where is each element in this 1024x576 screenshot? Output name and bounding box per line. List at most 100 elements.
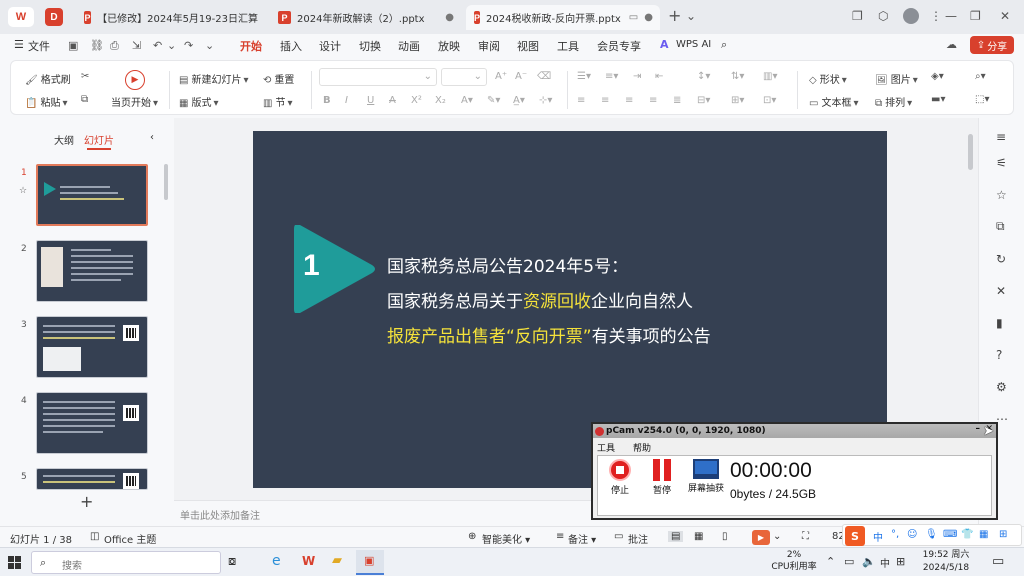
play-slideshow-button[interactable]: ▶ [752, 530, 770, 545]
notification-icon[interactable]: ▭ [992, 554, 1004, 569]
ime-mode-icon[interactable]: 中 [873, 529, 883, 544]
picture-button[interactable]: 🖼 图片 ▾ [875, 71, 921, 86]
bandicam-menu-tools[interactable]: 工具 [597, 441, 615, 454]
menu-design[interactable]: 设计 [319, 38, 341, 54]
adjust-icon[interactable]: ⚟ [996, 156, 1007, 170]
edge-app-icon[interactable]: e [272, 553, 281, 569]
search-icon[interactable]: ⌕ [721, 38, 727, 52]
tab-slides[interactable]: 幻灯片 [84, 132, 114, 150]
notes-button[interactable]: 备注 ▾ [568, 531, 596, 546]
wps-app-icon[interactable]: W [302, 554, 315, 568]
paste-button[interactable]: 📋 粘贴 ▾ [25, 94, 70, 109]
clock[interactable]: 19:52 周六 2024/5/18 [916, 549, 976, 575]
more-quick-icon[interactable]: ⌄ [205, 39, 214, 52]
cpu-widget[interactable]: 2% CPU利用率 [764, 549, 824, 573]
numbering-icon[interactable]: ≡▾ [605, 71, 618, 82]
bandicam-titlebar[interactable]: pCam v254.0 (0, 0, 1920, 1080) – ✕ [593, 424, 996, 438]
tab-doc-2[interactable]: P 2024年新政解读（2）.pptx ● [270, 5, 462, 30]
bandicam-window[interactable]: pCam v254.0 (0, 0, 1920, 1080) – ✕ 工具 帮助… [591, 422, 998, 520]
grow-font-icon[interactable]: A⁺ [495, 71, 507, 82]
bandicam-menu-help[interactable]: 帮助 [633, 441, 651, 454]
columns-icon[interactable]: ▥▾ [763, 71, 777, 82]
play-icon[interactable]: ▶ [125, 70, 145, 90]
ime-punct-icon[interactable]: °, [891, 529, 899, 540]
files-app-icon[interactable]: ▰ [332, 553, 342, 568]
menu-insert[interactable]: 插入 [280, 38, 302, 54]
windows-start-icon[interactable] [8, 556, 21, 569]
window-list-icon[interactable]: ❐ [852, 9, 863, 23]
font-color-icon[interactable]: A▾ [461, 95, 473, 106]
shrink-font-icon[interactable]: A⁻ [515, 71, 527, 82]
play-dropdown-icon[interactable]: ⌄ [773, 531, 781, 542]
ime-toolbar[interactable]: S 中 °, ☺ 🎙 ⌨ 👕 ▦ ⊞ [842, 524, 1022, 546]
ime-indicator[interactable]: 中 [880, 555, 890, 570]
hamburger-icon[interactable]: ☰ [14, 38, 24, 51]
tab-close-icon[interactable]: ● [644, 12, 653, 23]
outline-button[interactable]: ▬▾ [931, 94, 948, 105]
panel-scrollbar[interactable] [164, 164, 168, 200]
help-icon[interactable]: ? [996, 348, 1002, 362]
justify-icon[interactable]: ≡ [649, 95, 657, 106]
restore-icon[interactable]: ❐ [970, 9, 981, 23]
tab-doc-1[interactable]: P 【已修改】2024年5月19-23日汇算 [76, 5, 266, 30]
smart-art-icon[interactable]: ⊞▾ [731, 95, 744, 106]
taskbar-search[interactable]: ⌕ 搜索 [31, 551, 221, 574]
tab-monitor-icon[interactable]: ▭ [629, 12, 638, 23]
align-left-icon[interactable]: ≡ [577, 95, 585, 106]
menu-file[interactable]: 文件 [28, 38, 50, 54]
tab-close-icon[interactable]: ● [445, 12, 454, 23]
comments-button[interactable]: 批注 [628, 531, 648, 546]
menu-slideshow[interactable]: 放映 [438, 38, 460, 54]
wordart-icon[interactable]: ⊡▾ [763, 95, 776, 106]
reset-button[interactable]: ⟲ 重置 [263, 71, 294, 86]
outdent-icon[interactable]: ⇤ [655, 71, 663, 82]
tab-doc-3-active[interactable]: P 2024税收新政-反向开票.pptx ▭ ● [466, 5, 660, 30]
book-icon[interactable]: ▮ [996, 316, 1003, 330]
task-view-icon[interactable]: ⧇ [228, 554, 236, 569]
highlight-icon[interactable]: ✎▾ [487, 95, 500, 106]
theme-name[interactable]: Office 主题 [104, 531, 156, 546]
text-effect-icon[interactable]: ⊹▾ [539, 95, 552, 106]
tools-icon[interactable]: ✕ [996, 284, 1006, 298]
menu-member[interactable]: 会员专享 [597, 38, 641, 54]
slide-thumbnail-3[interactable] [36, 316, 148, 378]
subscript-icon[interactable]: X₂ [435, 95, 446, 106]
smart-beautify-button[interactable]: 智能美化 ▾ [482, 531, 530, 546]
text-direction-icon[interactable]: ⇅▾ [731, 71, 744, 82]
docer-icon[interactable]: D [45, 8, 63, 26]
print-icon[interactable]: ⎙ [110, 39, 119, 53]
save-icon[interactable]: ▣ [68, 39, 78, 52]
undo-dropdown-icon[interactable]: ⌄ [167, 39, 176, 52]
collapse-panel-icon[interactable]: ‹ [150, 132, 154, 143]
slide-thumbnail-1[interactable] [36, 164, 148, 226]
redo-icon[interactable]: ↷ [184, 39, 193, 52]
textbox-button[interactable]: ▭ 文本框 ▾ [809, 94, 861, 109]
share-button[interactable]: ⇪ 分享 [970, 36, 1014, 54]
slide-title-textbox[interactable]: 国家税务总局公告2024年5号： 国家税务总局关于资源回收企业向自然人 报废产品… [387, 250, 711, 355]
play-from-current-button[interactable]: 当页开始 ▾ [111, 94, 161, 109]
section-button[interactable]: ▥ 节 ▾ [263, 94, 295, 109]
indent-icon[interactable]: ⇥ [633, 71, 641, 82]
menu-lines-icon[interactable]: ≡ [996, 130, 1006, 144]
bullets-icon[interactable]: ☰▾ [577, 71, 591, 82]
menu-home[interactable]: 开始 [240, 38, 262, 58]
bandicam-minimize-icon[interactable]: – [976, 424, 981, 434]
new-tab-button[interactable]: + [668, 6, 681, 25]
select-button[interactable]: ⬚▾ [975, 94, 992, 105]
distribute-icon[interactable]: ≣ [673, 95, 681, 106]
add-slide-button[interactable]: + [80, 492, 93, 511]
ime-tools-icon[interactable]: ▦ [979, 529, 988, 540]
layout-button[interactable]: ▦ 版式 ▾ [179, 94, 221, 109]
settings-icon[interactable]: ⚙ [996, 380, 1007, 394]
normal-view-icon[interactable]: ▤ [668, 531, 684, 542]
animation-icon[interactable]: ↻ [996, 252, 1006, 266]
clear-format-icon[interactable]: ⌫ [537, 71, 551, 82]
vertical-align-icon[interactable]: ⊟▾ [697, 95, 710, 106]
menu-view[interactable]: 视图 [517, 38, 539, 54]
underline-icon[interactable]: U [367, 95, 374, 106]
sogou-logo-icon[interactable]: S [845, 526, 865, 546]
italic-icon[interactable]: I [345, 95, 348, 106]
sorter-view-icon[interactable]: ▦ [694, 531, 703, 542]
copy-button[interactable]: ⧉ [81, 94, 91, 105]
new-slide-button[interactable]: ▤ 新建幻灯片 ▾ [179, 71, 251, 86]
